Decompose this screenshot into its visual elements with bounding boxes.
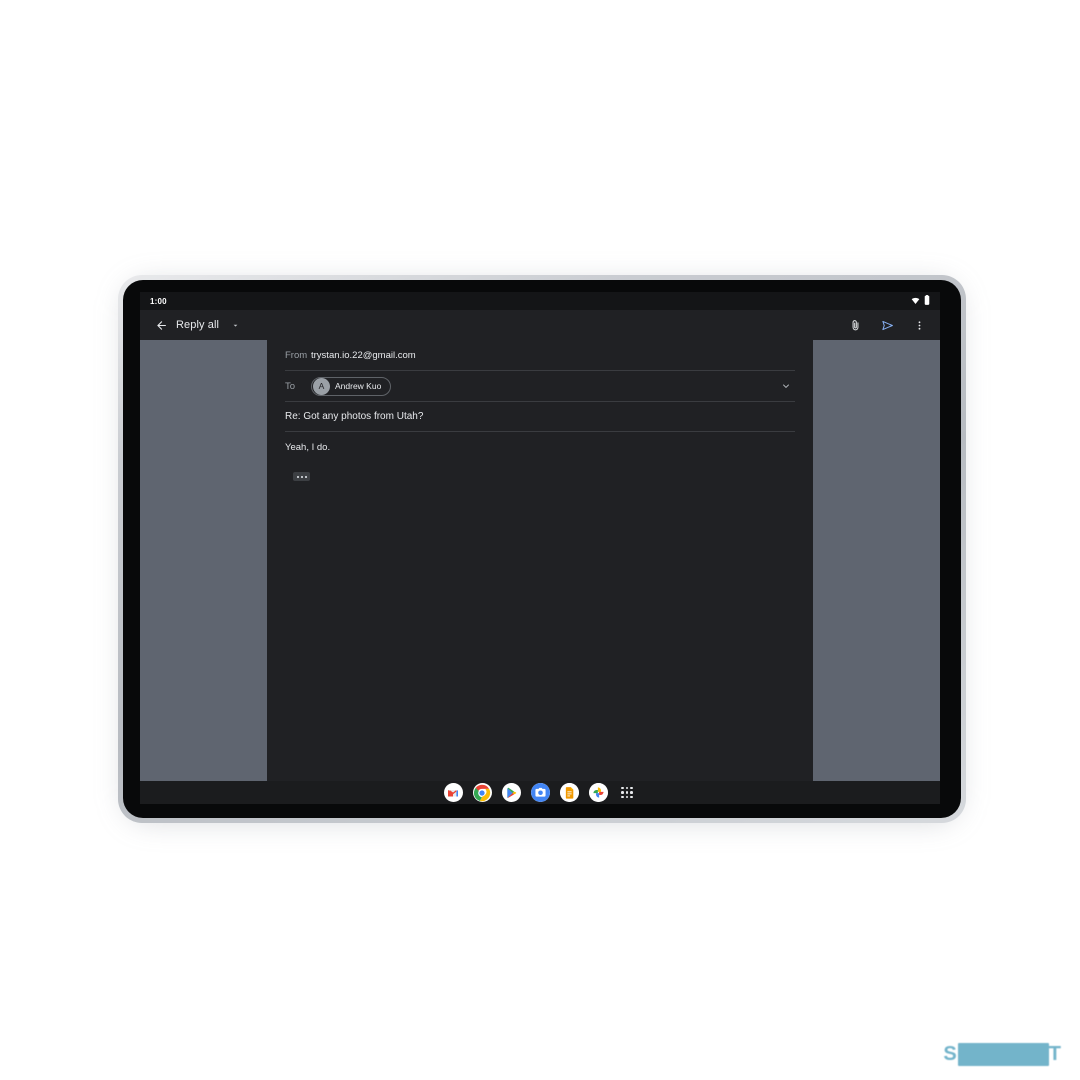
from-value: trystan.io.22@gmail.com (311, 349, 416, 361)
subject-value: Re: Got any photos from Utah? (285, 411, 424, 422)
subject-row[interactable]: Re: Got any photos from Utah? (285, 402, 795, 432)
to-left: To A Andrew Kuo (285, 376, 392, 396)
app-bar-title: Reply all (176, 319, 220, 331)
from-row[interactable]: From trystan.io.22@gmail.com (285, 340, 795, 371)
battery-icon (924, 292, 930, 310)
dot (630, 791, 633, 794)
app-bar-actions (844, 314, 930, 336)
dock (140, 781, 940, 804)
dot (630, 795, 633, 799)
screenshot-root: 1:00 Reply all From trystan.io.22@gmail.… (0, 0, 1080, 1080)
from-label: From (285, 349, 308, 361)
chrome-icon[interactable] (472, 783, 492, 802)
watermark-suffix: T (1048, 1043, 1062, 1065)
photos-icon[interactable] (588, 783, 608, 802)
tablet-screen: 1:00 Reply all From trystan.io.22@gmail.… (140, 292, 940, 804)
caret-down-icon[interactable] (227, 317, 243, 333)
status-clock: 1:00 (150, 296, 167, 306)
status-bar: 1:00 (140, 292, 940, 310)
app-bar-left: Reply all (150, 314, 844, 336)
dot (300, 475, 303, 478)
to-row[interactable]: To A Andrew Kuo (285, 371, 795, 402)
dot (296, 475, 299, 478)
status-icons (911, 292, 930, 310)
watermark: S██████T (943, 1043, 1062, 1066)
gmail-icon[interactable] (443, 783, 463, 802)
dot (630, 786, 633, 790)
camera-icon[interactable] (530, 783, 550, 802)
keep-icon[interactable] (559, 783, 579, 802)
dot (621, 795, 624, 799)
recipient-chip[interactable]: A Andrew Kuo (311, 376, 392, 396)
content-backdrop: From trystan.io.22@gmail.com To A Andrew… (140, 340, 940, 781)
chevron-down-icon[interactable] (777, 377, 795, 395)
body-row[interactable]: Yeah, I do. (285, 432, 795, 462)
dot (304, 475, 307, 478)
dot (625, 795, 629, 799)
app-drawer-icon[interactable] (618, 783, 637, 802)
compose-card: From trystan.io.22@gmail.com To A Andrew… (267, 340, 813, 781)
attach-icon[interactable] (844, 314, 866, 336)
app-bar: Reply all (140, 310, 940, 340)
dot (621, 786, 624, 790)
watermark-redacted: ██████ (957, 1043, 1049, 1066)
play-store-icon[interactable] (501, 783, 521, 802)
avatar: A (313, 377, 330, 395)
send-icon[interactable] (876, 314, 898, 336)
app-drawer-grid (618, 783, 637, 802)
back-arrow-icon[interactable] (150, 314, 172, 336)
more-options-icon[interactable] (908, 314, 930, 336)
dot (625, 786, 629, 790)
dot (621, 791, 624, 794)
watermark-prefix: S (943, 1043, 958, 1065)
show-quoted-text-button[interactable] (293, 472, 310, 481)
recipient-name: Andrew Kuo (335, 381, 382, 391)
wifi-icon (911, 292, 920, 310)
to-label: To (285, 380, 296, 392)
dot (625, 791, 629, 794)
body-value: Yeah, I do. (285, 441, 331, 453)
